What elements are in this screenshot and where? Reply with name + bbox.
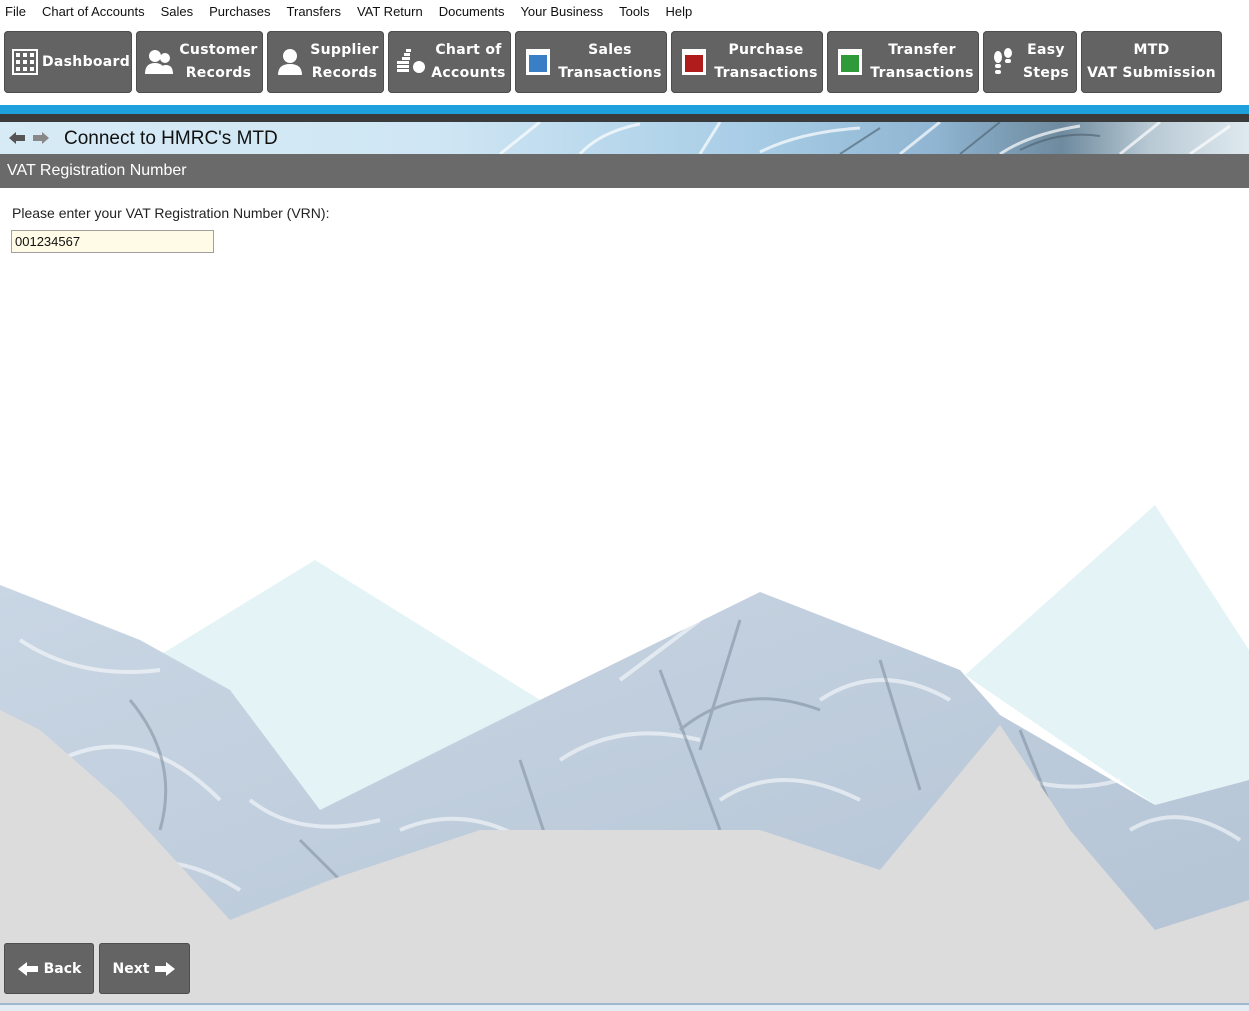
sales-label-1: Sales	[588, 42, 632, 58]
back-arrow-icon[interactable]	[8, 131, 26, 145]
mtd-label-2: VAT Submission	[1087, 65, 1216, 81]
sales-transactions-button[interactable]: Sales Transactions	[515, 31, 667, 93]
arrow-left-icon	[17, 961, 38, 976]
supplier-records-button[interactable]: Supplier Records	[267, 31, 384, 93]
user-icon	[275, 47, 305, 77]
transfer-transactions-button[interactable]: Transfer Transactions	[827, 31, 979, 93]
back-button-label: Back	[43, 960, 82, 977]
purchase-transactions-button[interactable]: Purchase Transactions	[671, 31, 823, 93]
easy-label-1: Easy	[1027, 42, 1065, 58]
sales-book-icon	[523, 47, 553, 77]
vrn-prompt: Please enter your VAT Registration Numbe…	[12, 205, 330, 221]
transfer-book-icon	[835, 47, 865, 77]
easy-steps-button[interactable]: Easy Steps	[983, 31, 1077, 93]
arrow-right-icon	[155, 961, 176, 976]
purchase-label-2: Transactions	[714, 65, 818, 81]
menu-transfers[interactable]: Transfers	[279, 0, 349, 24]
customer-records-button[interactable]: Customer Records	[136, 31, 263, 93]
chart-of-accounts-button[interactable]: Chart of Accounts	[388, 31, 511, 93]
menu-chart-of-accounts[interactable]: Chart of Accounts	[34, 0, 153, 24]
back-button[interactable]: Back	[4, 943, 94, 994]
menu-help[interactable]: Help	[657, 0, 700, 24]
vrn-input[interactable]	[11, 230, 214, 253]
chart-label-2: Accounts	[431, 65, 506, 81]
dashboard-button[interactable]: Dashboard	[4, 31, 132, 93]
page-title: Connect to HMRC's MTD	[64, 128, 278, 149]
menu-sales[interactable]: Sales	[153, 0, 202, 24]
transfer-label-1: Transfer	[888, 42, 956, 58]
chart-label-1: Chart of	[435, 42, 502, 58]
menu-file[interactable]: File	[0, 0, 34, 24]
accent-bar	[0, 105, 1249, 114]
purchase-book-icon	[679, 47, 709, 77]
menu-tools[interactable]: Tools	[611, 0, 657, 24]
mtd-vat-submission-button[interactable]: MTD VAT Submission	[1081, 31, 1222, 93]
mtd-label-1: MTD	[1133, 42, 1170, 58]
coins-icon	[396, 47, 426, 77]
customer-label-2: Records	[185, 65, 252, 81]
menu-your-business[interactable]: Your Business	[512, 0, 611, 24]
section-header: VAT Registration Number	[0, 154, 1249, 188]
forward-arrow-icon[interactable]	[32, 131, 50, 145]
title-band: Connect to HMRC's MTD	[0, 122, 1249, 154]
supplier-label-2: Records	[311, 65, 378, 81]
customer-label-1: Customer	[179, 42, 258, 58]
easy-label-2: Steps	[1022, 65, 1070, 81]
bottom-strip	[0, 1005, 1249, 1011]
dashboard-label: Dashboard	[42, 53, 131, 70]
accent-bar-dark	[0, 114, 1249, 122]
supplier-label-1: Supplier	[310, 42, 379, 58]
footsteps-icon	[991, 47, 1015, 77]
purchase-label-1: Purchase	[728, 42, 804, 58]
transfer-label-2: Transactions	[870, 65, 974, 81]
background-artwork	[0, 505, 1249, 1003]
menu-documents[interactable]: Documents	[431, 0, 513, 24]
menu-bar: File Chart of Accounts Sales Purchases T…	[0, 0, 1249, 24]
users-icon	[144, 47, 174, 77]
next-button-label: Next	[112, 960, 150, 977]
next-button[interactable]: Next	[99, 943, 190, 994]
menu-vat-return[interactable]: VAT Return	[349, 0, 431, 24]
grid-icon	[10, 47, 40, 77]
toolbar: Dashboard Customer Records Supplier Reco…	[0, 24, 1249, 104]
sales-label-2: Transactions	[558, 65, 662, 81]
menu-purchases[interactable]: Purchases	[201, 0, 278, 24]
